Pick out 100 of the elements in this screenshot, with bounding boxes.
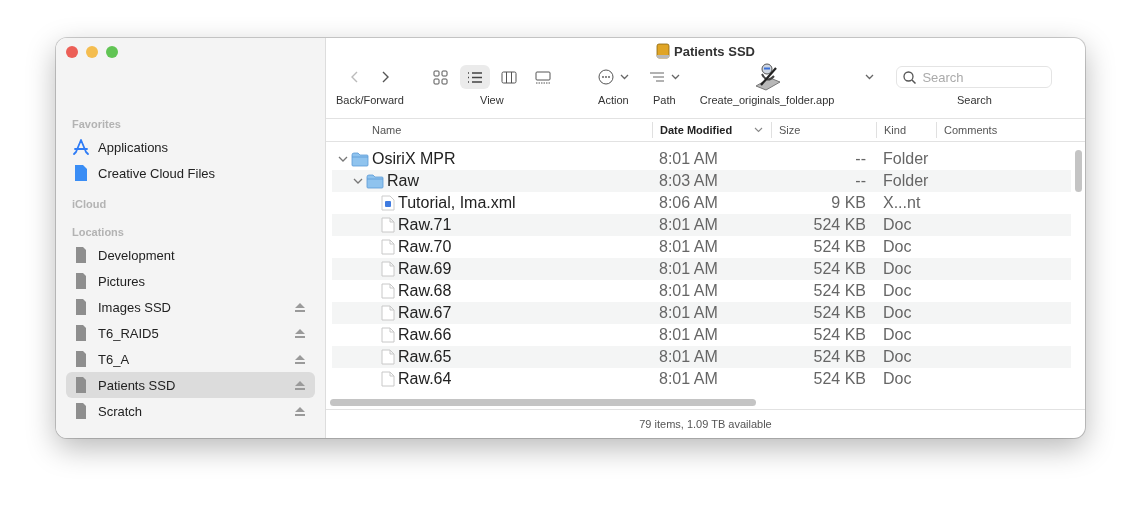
search-field[interactable]: Search — [896, 66, 1053, 88]
date-cell-text: 8:01 AM — [658, 348, 719, 366]
file-name: Raw.69 — [398, 260, 452, 278]
minimize-button[interactable] — [86, 46, 98, 58]
sidebar-item[interactable]: Patients SSD — [66, 372, 315, 398]
item-label: T6_A — [98, 351, 131, 367]
file-row[interactable]: OsiriX MPR 8:01 AM -- Folder — [332, 148, 1071, 170]
item-label: Pictures — [98, 273, 146, 289]
kind-cell-text: Doc — [882, 260, 912, 278]
file-row[interactable]: Raw.67 8:01 AM 524 KB Doc — [332, 302, 1071, 324]
column-header[interactable]: Comments — [936, 122, 1085, 138]
eject-icon[interactable] — [295, 302, 305, 312]
file-row[interactable]: Raw.68 8:01 AM 524 KB Doc — [332, 280, 1071, 302]
kind-cell-text: X...nt — [882, 194, 921, 212]
zoom-button[interactable] — [106, 46, 118, 58]
file-name: Raw.71 — [398, 216, 452, 234]
chevron-right-icon — [380, 71, 389, 83]
column-header[interactable]: Date Modified — [652, 122, 771, 138]
item-label: Patients SSD — [98, 377, 177, 393]
size-cell-text: 524 KB — [812, 216, 866, 234]
sort-chevron-icon — [754, 127, 763, 133]
file-row[interactable]: Raw 8:03 AM -- Folder — [332, 170, 1071, 192]
kind-cell-text: Folder — [882, 150, 929, 168]
column-header[interactable]: Kind — [876, 122, 936, 138]
ellipsis-icon — [597, 69, 614, 85]
item-label: T6_RAID5 — [98, 325, 160, 341]
toolbar-label: View — [480, 94, 504, 106]
chevron-down-icon — [864, 74, 874, 80]
column-header[interactable]: Size — [771, 122, 876, 138]
file-name: Raw.66 — [398, 326, 452, 344]
kind-cell-text: Doc — [882, 348, 912, 366]
file-name: Raw.64 — [398, 370, 452, 388]
sidebar-item[interactable]: Scratch — [66, 398, 315, 424]
folder-icon — [366, 173, 384, 189]
size-cell-text: 524 KB — [812, 304, 866, 322]
sidebar-item[interactable]: Creative Cloud Files — [66, 160, 315, 186]
size-cell-text: 524 KB — [812, 348, 866, 366]
folder-icon — [351, 151, 369, 167]
eject-icon[interactable] — [295, 354, 305, 364]
date-cell-text: 8:01 AM — [658, 150, 719, 168]
item-label: Images SSD — [98, 299, 172, 315]
size-cell-text: -- — [854, 150, 866, 168]
date-cell-text: 8:03 AM — [658, 172, 719, 190]
file-row[interactable]: Tutorial, Ima.xml 8:06 AM 9 KB X...nt — [332, 192, 1071, 214]
section-heading: iCloud — [71, 197, 108, 212]
document-icon — [381, 261, 395, 277]
size-cell-text: 524 KB — [812, 238, 866, 256]
status-bar: 79 items, 1.09 TB available — [326, 409, 1085, 438]
close-button[interactable] — [66, 46, 78, 58]
eject-icon[interactable] — [295, 380, 305, 390]
document-icon — [72, 164, 90, 182]
chevron-left-icon — [350, 71, 359, 83]
file-row[interactable]: Raw.65 8:01 AM 524 KB Doc — [332, 346, 1071, 368]
document-icon — [381, 349, 395, 365]
document-icon — [381, 371, 395, 387]
kind-cell-text: Doc — [882, 326, 912, 344]
section-heading: Locations — [71, 225, 125, 240]
search-icon — [903, 71, 917, 84]
eject-icon[interactable] — [295, 328, 305, 338]
kind-cell-text: Doc — [882, 238, 912, 256]
file-row[interactable]: Raw.71 8:01 AM 524 KB Doc — [332, 214, 1071, 236]
grid-view-icon — [432, 69, 449, 85]
document-icon — [381, 239, 395, 255]
file-name: Tutorial, Ima.xml — [398, 194, 516, 212]
size-cell-text: 524 KB — [812, 260, 866, 278]
section-heading: Favorites — [71, 117, 122, 132]
sidebar-item[interactable]: T6_RAID5 — [66, 320, 315, 346]
size-cell-text: 524 KB — [812, 282, 866, 300]
sidebar-item[interactable]: Development — [66, 242, 315, 268]
sidebar-item[interactable]: Images SSD — [66, 294, 315, 320]
column-header[interactable]: Name — [326, 122, 652, 138]
sidebar-item[interactable]: T6_A — [66, 346, 315, 372]
file-name: Raw.65 — [398, 348, 452, 366]
size-cell-text: 9 KB — [830, 194, 866, 212]
kind-cell-text: Doc — [882, 216, 912, 234]
date-cell-text: 8:01 AM — [658, 238, 719, 256]
sidebar-item[interactable]: Pictures — [66, 268, 315, 294]
sidebar-item[interactable]: Applications — [66, 134, 315, 160]
item-label: Scratch — [98, 403, 144, 419]
document-icon — [381, 283, 395, 299]
window-title: Patients SSD — [674, 43, 755, 59]
file-row[interactable]: Raw.66 8:01 AM 524 KB Doc — [332, 324, 1071, 346]
toolbar-label: Path — [653, 94, 676, 106]
file-row[interactable]: Raw.70 8:01 AM 524 KB Doc — [332, 236, 1071, 258]
item-label: Applications — [98, 139, 170, 155]
app-store-icon — [72, 138, 90, 156]
file-row[interactable]: Raw.64 8:01 AM 524 KB Doc — [332, 368, 1071, 390]
view-mode-button[interactable] — [459, 65, 490, 89]
xml-file-icon — [381, 195, 395, 211]
chevron-down-icon[interactable] — [353, 176, 363, 186]
toolbar-label: Search — [956, 94, 992, 106]
list-icon — [648, 71, 665, 83]
file-row[interactable]: Raw.69 8:01 AM 524 KB Doc — [332, 258, 1071, 280]
size-cell-text: -- — [854, 172, 866, 190]
chevron-down-icon[interactable] — [338, 154, 348, 164]
eject-icon[interactable] — [295, 406, 305, 416]
date-cell-text: 8:01 AM — [658, 370, 719, 388]
file-name: Raw — [387, 172, 419, 190]
size-cell-text: 524 KB — [812, 370, 866, 388]
kind-cell-text: Doc — [882, 304, 912, 322]
